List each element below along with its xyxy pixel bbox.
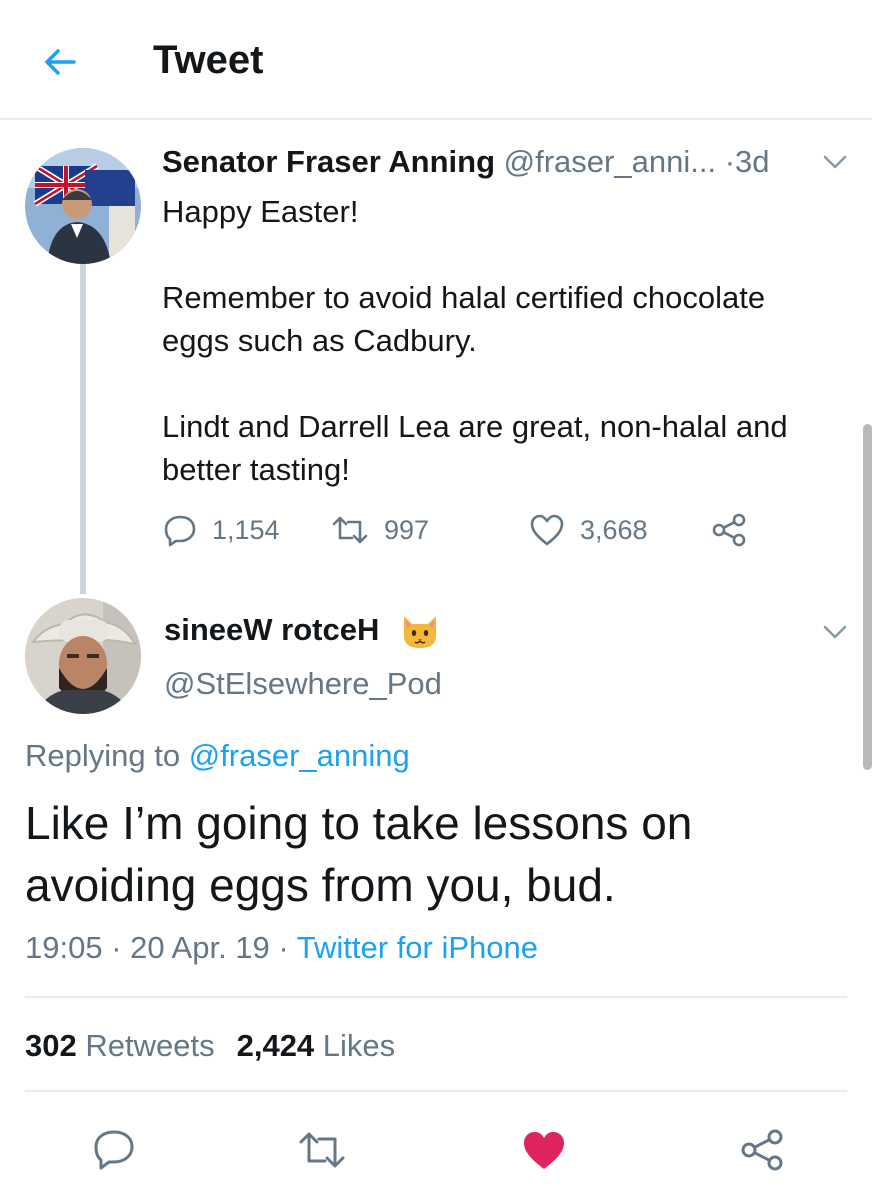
thread-connector bbox=[80, 264, 86, 594]
reply-button[interactable] bbox=[84, 1120, 144, 1180]
page-title: Tweet bbox=[153, 38, 264, 82]
retweet-icon bbox=[332, 516, 368, 544]
avatar-image bbox=[25, 598, 141, 714]
like-button[interactable]: 3,668 bbox=[528, 508, 648, 552]
tweet-timestamp: 19:05 bbox=[25, 930, 103, 965]
likes-stat[interactable]: 2,424 Likes bbox=[237, 1028, 396, 1063]
retweets-label: Retweets bbox=[85, 1028, 215, 1063]
divider bbox=[25, 996, 847, 998]
tweet-text-line: Happy Easter! bbox=[162, 194, 359, 229]
tweet-text-line: avoiding eggs from you, bud. bbox=[25, 859, 616, 911]
divider bbox=[25, 1090, 847, 1092]
author-name[interactable]: sineeW rotceH bbox=[164, 612, 379, 648]
replying-to-mention[interactable]: @fraser_anning bbox=[189, 738, 410, 773]
reply-button[interactable]: 1,154 bbox=[162, 508, 280, 552]
tweet-date: 20 Apr. 19 bbox=[130, 930, 270, 965]
retweet-button[interactable]: 997 bbox=[330, 508, 429, 552]
tweet-text-line: Lindt and Darrell Lea are great, non-hal… bbox=[162, 409, 788, 444]
retweet-count: 302 bbox=[25, 1028, 77, 1063]
engagement-stats: 302 Retweets 2,424 Likes bbox=[25, 1028, 395, 1064]
tweet-action-bar bbox=[0, 1112, 872, 1182]
retweet-icon bbox=[299, 1132, 345, 1168]
share-button[interactable] bbox=[732, 1120, 792, 1180]
chevron-down-icon bbox=[823, 155, 847, 169]
retweets-stat[interactable]: 302 Retweets bbox=[25, 1028, 215, 1063]
tweet-source-link[interactable]: Twitter for iPhone bbox=[297, 930, 538, 965]
replying-to: Replying to @fraser_anning bbox=[25, 738, 410, 774]
top-bar: Tweet bbox=[0, 0, 872, 120]
tweet-text-line: Remember to avoid halal certified chocol… bbox=[162, 280, 766, 315]
avatar[interactable] bbox=[25, 598, 141, 714]
tweet-text-line: Like I’m going to take lessons on bbox=[25, 797, 693, 849]
like-button-active[interactable] bbox=[514, 1120, 574, 1180]
separator-dot: · bbox=[111, 930, 122, 965]
separator-dot: · bbox=[278, 930, 289, 965]
scrollbar-thumb[interactable] bbox=[863, 424, 872, 770]
tweet-text-line: eggs such as Cadbury. bbox=[162, 323, 477, 358]
reply-icon bbox=[94, 1130, 134, 1170]
avatar-image bbox=[25, 148, 141, 264]
cat-face-emoji bbox=[400, 610, 440, 655]
author-name[interactable]: Senator Fraser Anning bbox=[162, 144, 495, 179]
tweet-time[interactable]: 3d bbox=[735, 144, 769, 179]
focused-tweet-text: Like I’m going to take lessons on avoidi… bbox=[25, 792, 845, 916]
author-handle[interactable]: @fraser_anni... bbox=[504, 144, 716, 179]
chevron-down-icon bbox=[823, 625, 847, 639]
tweet-metadata: 19:05 · 20 Apr. 19 · Twitter for iPhone bbox=[25, 930, 538, 966]
tweet-header: Senator Fraser Anning @fraser_anni... ·3… bbox=[162, 144, 862, 184]
heart-outline-icon bbox=[530, 514, 564, 546]
likes-label: Likes bbox=[322, 1028, 396, 1063]
tweet-options-button[interactable] bbox=[822, 622, 848, 647]
separator-dot: · bbox=[724, 144, 736, 179]
like-count: 3,668 bbox=[580, 514, 648, 545]
back-button[interactable] bbox=[36, 38, 84, 86]
like-count: 2,424 bbox=[236, 1028, 315, 1063]
avatar[interactable] bbox=[25, 148, 141, 264]
tweet-text-line: better tasting! bbox=[162, 452, 350, 487]
tweet-options-button[interactable] bbox=[822, 152, 848, 177]
tweet-actions: 1,154 997 3,668 bbox=[162, 508, 782, 552]
reply-icon bbox=[164, 515, 196, 547]
retweet-button[interactable] bbox=[292, 1120, 352, 1180]
share-button[interactable] bbox=[710, 508, 748, 552]
replying-to-prefix: Replying to bbox=[25, 738, 181, 773]
share-icon bbox=[712, 513, 746, 547]
tweet-text: Happy Easter! Remember to avoid halal ce… bbox=[162, 190, 852, 491]
author-handle[interactable]: @StElsewhere_Pod bbox=[164, 666, 442, 702]
retweet-count: 997 bbox=[384, 514, 430, 545]
share-icon bbox=[741, 1129, 783, 1171]
reply-count: 1,154 bbox=[212, 514, 280, 545]
arrow-left-icon bbox=[45, 49, 76, 75]
heart-filled-icon bbox=[524, 1132, 564, 1169]
